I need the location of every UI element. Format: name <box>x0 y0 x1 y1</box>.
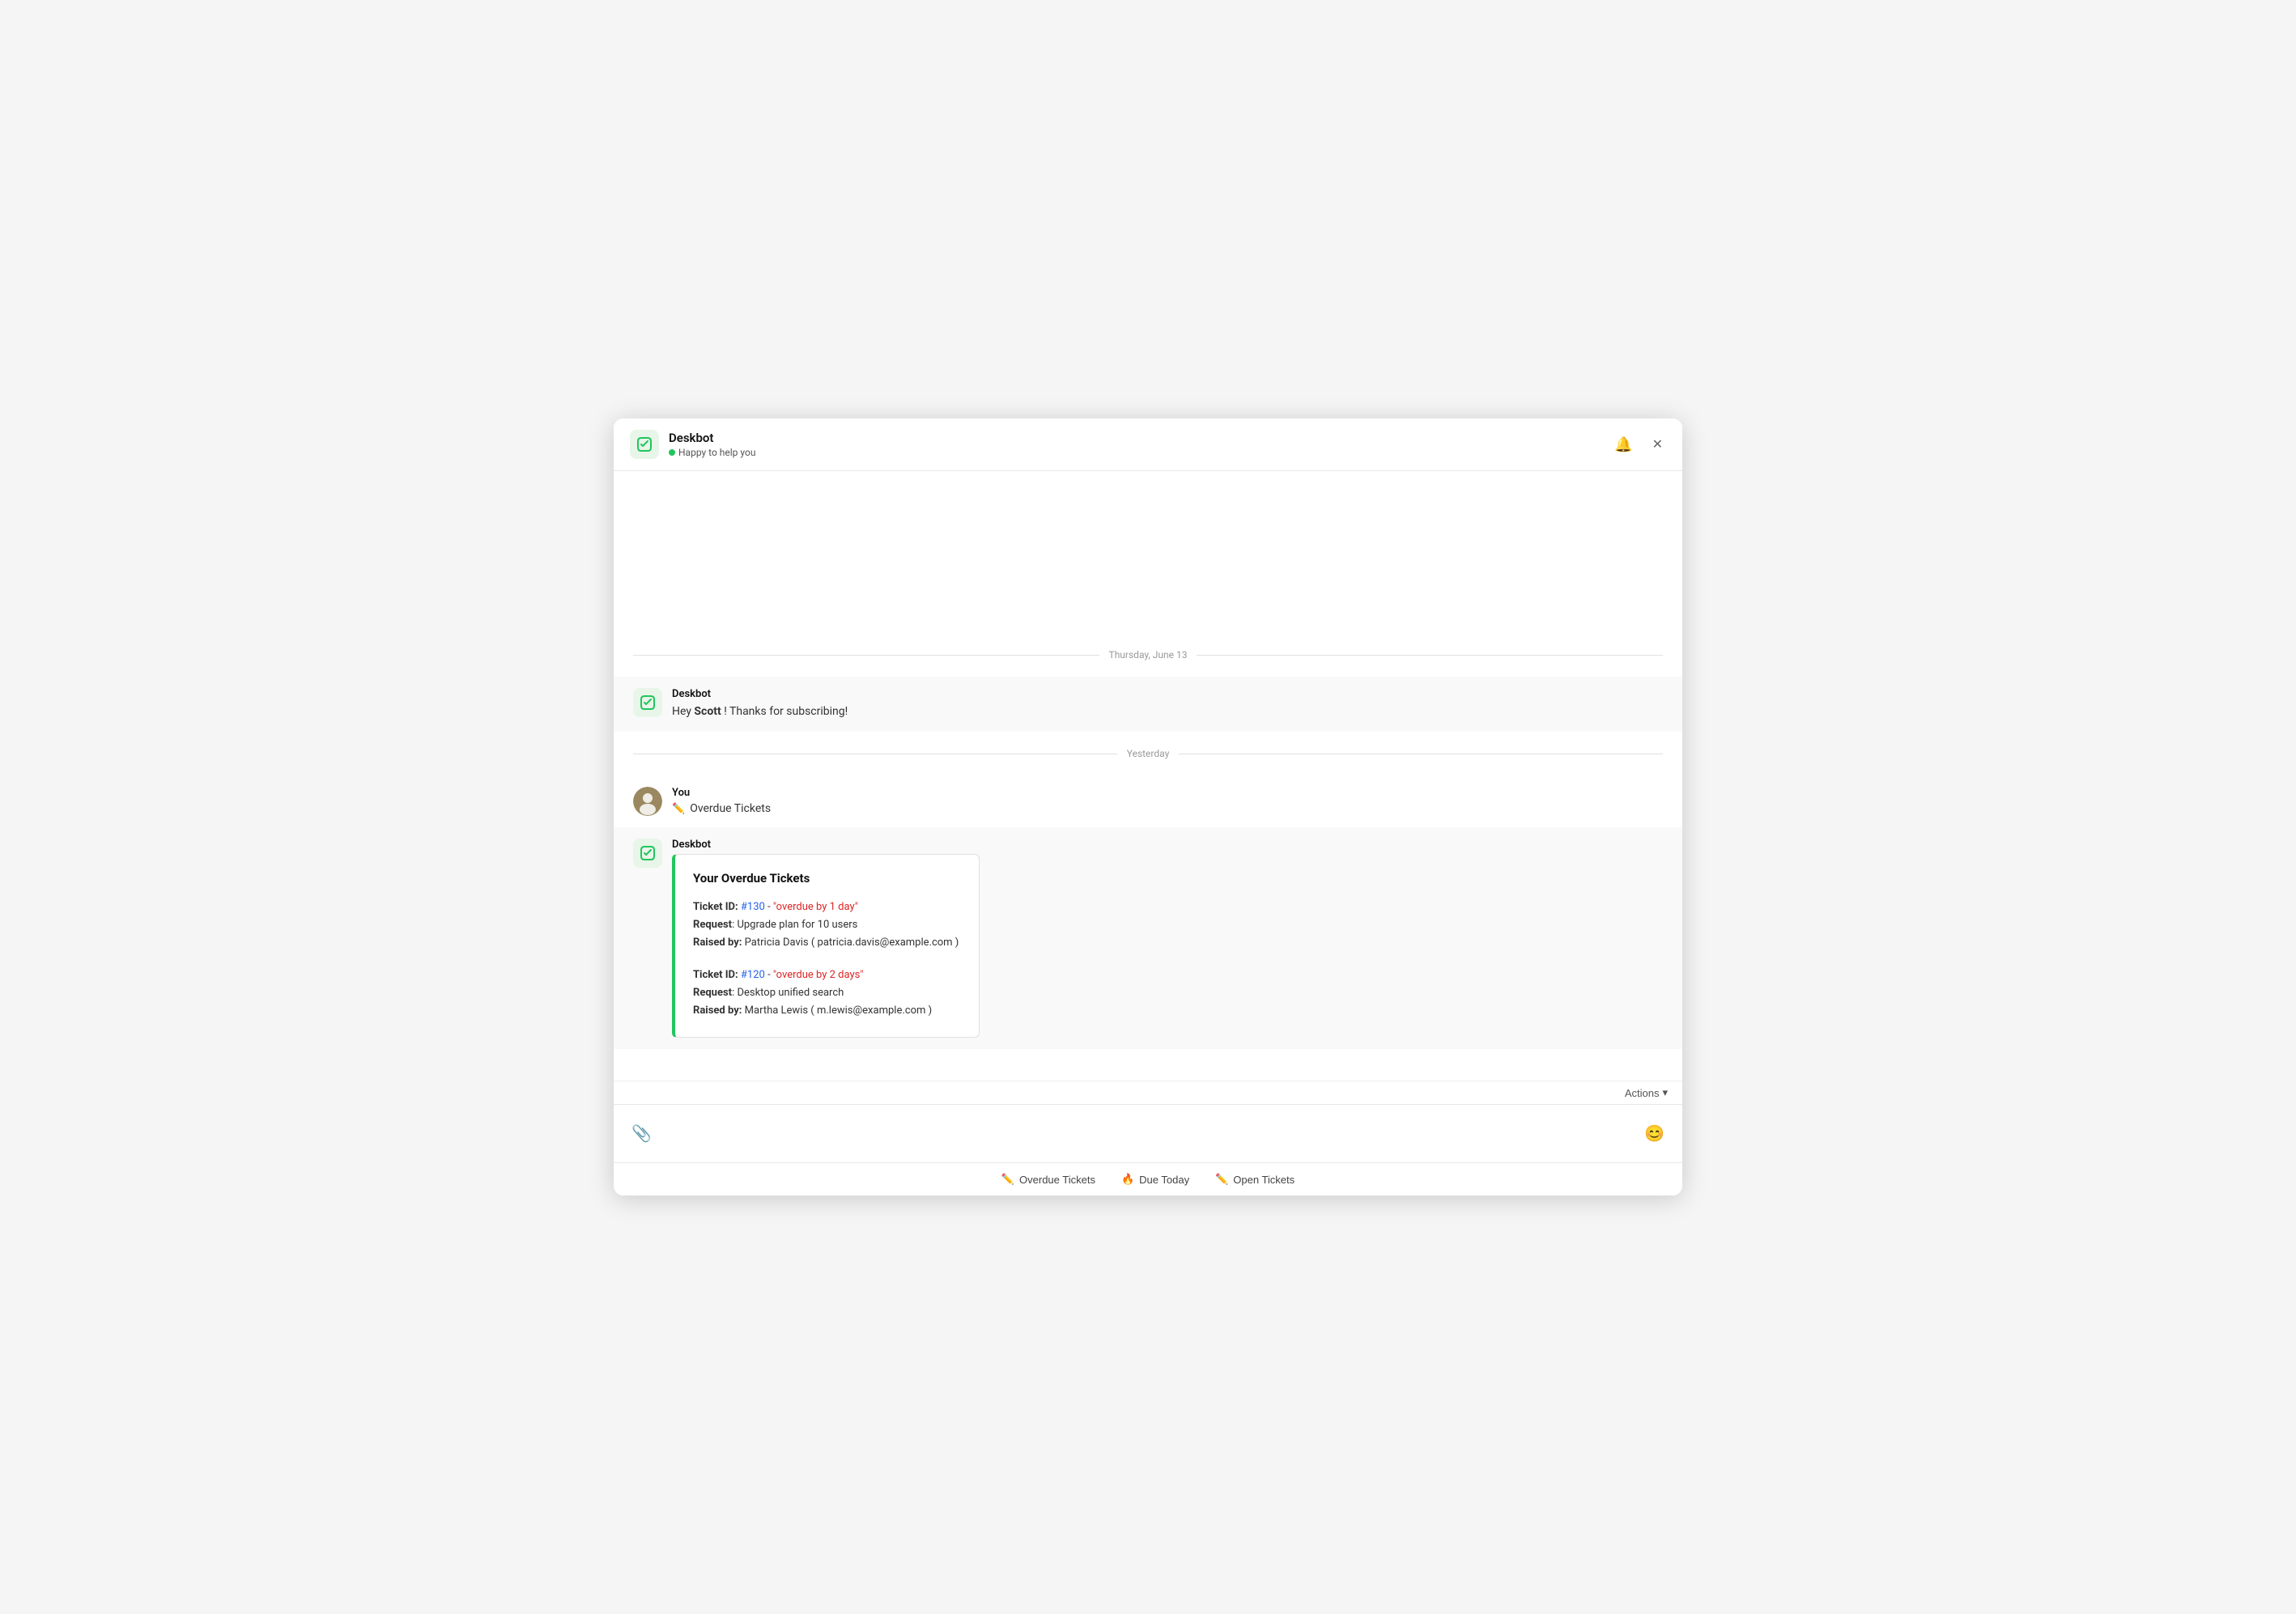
bot-avatar-tickets <box>633 839 662 868</box>
attach-icon: 📎 <box>631 1123 652 1144</box>
quick-action-overdue-label: Overdue Tickets <box>1019 1174 1095 1186</box>
divider-line-left <box>633 655 1099 656</box>
quick-action-open-tickets[interactable]: ✏️ Open Tickets <box>1215 1173 1295 1186</box>
actions-label: Actions <box>1625 1087 1660 1099</box>
ticket-2-request-line: Request: Desktop unified search <box>693 984 961 1002</box>
ticket-1-raisedby: Patricia Davis ( patricia.davis@example.… <box>745 937 959 949</box>
pencil-icon-overdue: ✏️ <box>1001 1173 1014 1186</box>
actions-bar: Actions ▾ <box>614 1081 1682 1104</box>
quick-action-due-label: Due Today <box>1139 1174 1189 1186</box>
ticket-2-raisedby-line: Raised by: Martha Lewis ( m.lewis@exampl… <box>693 1002 961 1020</box>
quick-action-overdue-tickets[interactable]: ✏️ Overdue Tickets <box>1001 1173 1095 1186</box>
message-sender-deskbot-tickets: Deskbot <box>672 839 1663 851</box>
message-input[interactable] <box>665 1125 1631 1142</box>
chat-header: Deskbot Happy to help you 🔔 ✕ <box>614 418 1682 471</box>
close-icon: ✕ <box>1652 436 1663 452</box>
emoji-button[interactable]: 😊 <box>1639 1119 1669 1149</box>
ticket-2-raisedby: Martha Lewis ( m.lewis@example.com ) <box>745 1005 932 1017</box>
ticket-1-request: Upgrade plan for 10 users <box>737 919 857 931</box>
header-subtitle: Happy to help you <box>669 447 1611 458</box>
emoji-icon: 😊 <box>1644 1123 1665 1144</box>
ticket-entry-1: Ticket ID: #130 - "overdue by 1 day" Req… <box>693 898 961 952</box>
ticket-id-link-1[interactable]: #130 <box>741 901 765 913</box>
chevron-down-icon: ▾ <box>1662 1086 1668 1099</box>
ticket-request-label-1: Request <box>693 919 732 931</box>
user-avatar <box>633 787 662 816</box>
status-indicator <box>669 449 675 456</box>
date-divider-yesterday: Yesterday <box>614 732 1682 775</box>
empty-space-top <box>614 471 1682 633</box>
command-label: Overdue Tickets <box>690 802 771 815</box>
message-sender-deskbot-welcome: Deskbot <box>672 688 1663 700</box>
message-row-bot-welcome: Deskbot Hey Scott ! Thanks for subscribi… <box>614 677 1682 732</box>
ticket-entry-2: Ticket ID: #120 - "overdue by 2 days" Re… <box>693 966 961 1020</box>
ticket-2-overdue: "overdue by 2 days" <box>773 969 864 981</box>
bell-icon: 🔔 <box>1614 436 1632 453</box>
date-divider-text-thursday: Thursday, June 13 <box>1109 649 1188 660</box>
ticket-id-label-1: Ticket ID: <box>693 901 738 913</box>
header-title: Deskbot <box>669 431 1611 445</box>
ticket-1-request-line: Request: Upgrade plan for 10 users <box>693 916 961 934</box>
ticket-raisedby-label-2: Raised by: <box>693 1005 742 1017</box>
ticket-raisedby-label-1: Raised by: <box>693 937 742 949</box>
ticket-1-raisedby-line: Raised by: Patricia Davis ( patricia.dav… <box>693 934 961 952</box>
message-row-bot-tickets: Deskbot Your Overdue Tickets Ticket ID: … <box>614 827 1682 1049</box>
ticket-2-request: Desktop unified search <box>737 987 844 999</box>
ticket-id-link-2[interactable]: #120 <box>741 969 765 981</box>
chat-body: Thursday, June 13 Deskbot Hey Scott ! Th… <box>614 471 1682 1081</box>
ticket-card-title: Your Overdue Tickets <box>693 871 961 886</box>
ticket-1-id-line: Ticket ID: #130 - "overdue by 1 day" <box>693 898 961 916</box>
message-text-welcome: Hey Scott ! Thanks for subscribing! <box>672 703 1663 720</box>
message-content-user: You ✏️ Overdue Tickets <box>672 787 1663 815</box>
spacer-bottom <box>614 1049 1682 1062</box>
header-subtitle-text: Happy to help you <box>678 447 755 458</box>
fire-icon-due: 🔥 <box>1121 1173 1134 1186</box>
notification-button[interactable]: 🔔 <box>1611 433 1635 457</box>
message-content-welcome: Deskbot Hey Scott ! Thanks for subscribi… <box>672 688 1663 720</box>
ticket-1-overdue: "overdue by 1 day" <box>773 901 858 913</box>
date-divider-thursday: Thursday, June 13 <box>614 633 1682 677</box>
ticket-2-id-line: Ticket ID: #120 - "overdue by 2 days" <box>693 966 961 984</box>
bot-avatar-welcome <box>633 688 662 717</box>
divider-line-right <box>1197 655 1663 656</box>
quick-actions-bar: ✏️ Overdue Tickets 🔥 Due Today ✏️ Open T… <box>614 1162 1682 1196</box>
attach-button[interactable]: 📎 <box>627 1119 657 1149</box>
message-text-command: ✏️ Overdue Tickets <box>672 802 1663 815</box>
quick-action-due-today[interactable]: 🔥 Due Today <box>1121 1173 1189 1186</box>
pencil-icon-command: ✏️ <box>672 803 685 815</box>
close-button[interactable]: ✕ <box>1649 433 1666 456</box>
bot-avatar-header <box>630 430 659 459</box>
actions-button[interactable]: Actions ▾ <box>1625 1086 1668 1099</box>
chat-window: Deskbot Happy to help you 🔔 ✕ Thursday, … <box>614 418 1682 1196</box>
quick-action-open-label: Open Tickets <box>1233 1174 1295 1186</box>
ticket-card: Your Overdue Tickets Ticket ID: #130 - "… <box>672 854 980 1038</box>
chat-input-area: 📎 😊 <box>614 1104 1682 1162</box>
ticket-id-label-2: Ticket ID: <box>693 969 738 981</box>
date-divider-text-yesterday: Yesterday <box>1127 748 1170 759</box>
message-row-user-command: You ✏️ Overdue Tickets <box>614 775 1682 827</box>
message-content-bot-tickets: Deskbot Your Overdue Tickets Ticket ID: … <box>672 839 1663 1038</box>
header-info: Deskbot Happy to help you <box>669 431 1611 458</box>
pencil-icon-open: ✏️ <box>1215 1173 1228 1186</box>
message-sender-you: You <box>672 787 1663 799</box>
ticket-request-label-2: Request <box>693 987 732 999</box>
header-actions: 🔔 ✕ <box>1611 433 1666 457</box>
